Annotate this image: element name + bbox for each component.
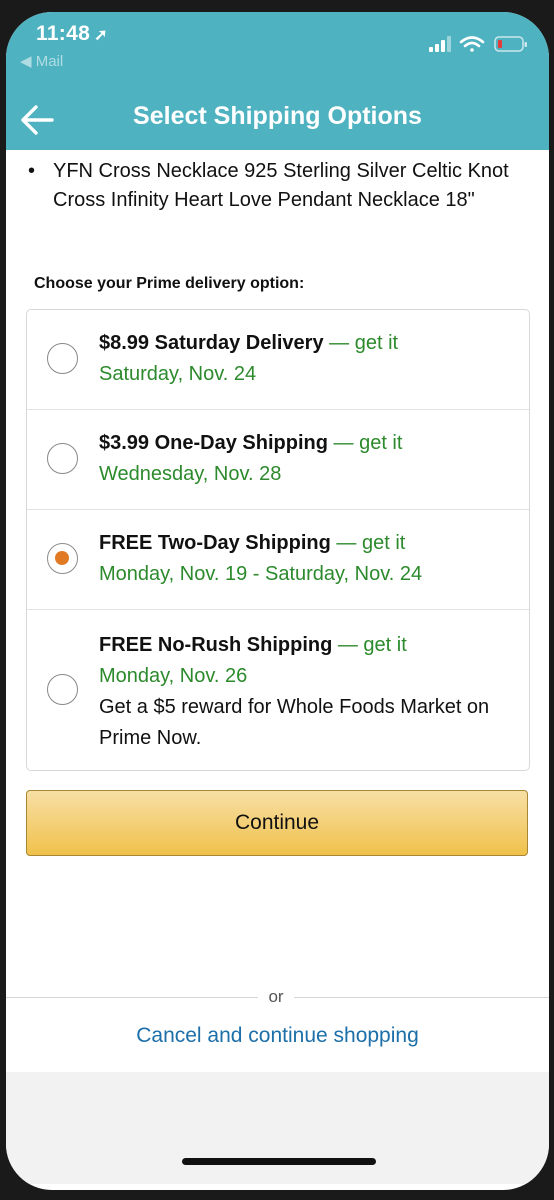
location-arrow-icon: ➚ bbox=[94, 27, 108, 44]
option-two-day-shipping[interactable]: FREE Two-Day Shipping — get it Monday, N… bbox=[27, 510, 529, 610]
option-name: $3.99 One-Day Shipping bbox=[99, 432, 328, 454]
option-date: Saturday, Nov. 24 bbox=[99, 363, 257, 385]
option-text: $8.99 Saturday Delivery — get it Saturda… bbox=[99, 328, 515, 390]
page-title: Select Shipping Options bbox=[133, 102, 422, 130]
product-item: • YFN Cross Necklace 925 Sterling Silver… bbox=[28, 157, 529, 215]
option-name: FREE No-Rush Shipping bbox=[99, 634, 333, 656]
option-name: $8.99 Saturday Delivery bbox=[99, 332, 324, 354]
option-get-it: — get it bbox=[330, 532, 406, 554]
phone-screen: 11:48 ➚ ◀ Mail Select Shipping Options •… bbox=[6, 12, 549, 1190]
option-date: Monday, Nov. 26 bbox=[99, 665, 248, 687]
option-get-it: — get it bbox=[327, 432, 403, 454]
option-one-day-shipping[interactable]: $3.99 One-Day Shipping — get it Wednesda… bbox=[27, 410, 529, 510]
status-bar: 11:48 ➚ ◀ Mail bbox=[6, 12, 549, 90]
battery-icon bbox=[494, 36, 527, 52]
option-name: FREE Two-Day Shipping bbox=[99, 532, 331, 554]
radio-button-selected[interactable] bbox=[47, 543, 78, 574]
status-time: 11:48 ➚ bbox=[36, 22, 108, 46]
nav-bar: Select Shipping Options bbox=[6, 90, 549, 150]
shipping-options-list: $8.99 Saturday Delivery — get it Saturda… bbox=[26, 309, 530, 771]
status-icons bbox=[429, 36, 527, 52]
back-to-mail-link[interactable]: ◀ Mail bbox=[20, 52, 63, 70]
cancel-continue-shopping-link[interactable]: Cancel and continue shopping bbox=[6, 1024, 549, 1048]
radio-selected-dot bbox=[55, 551, 69, 565]
option-no-rush-shipping[interactable]: FREE No-Rush Shipping — get it Monday, N… bbox=[27, 610, 529, 770]
option-saturday-delivery[interactable]: $8.99 Saturday Delivery — get it Saturda… bbox=[27, 310, 529, 410]
option-reward-note: Get a $5 reward for Whole Foods Market o… bbox=[99, 696, 490, 749]
wifi-icon bbox=[459, 36, 485, 52]
option-text: FREE No-Rush Shipping — get it Monday, N… bbox=[99, 630, 515, 754]
or-separator: or bbox=[258, 987, 294, 1009]
radio-button[interactable] bbox=[47, 343, 78, 374]
option-date: Wednesday, Nov. 28 bbox=[99, 463, 282, 485]
signal-icon bbox=[429, 36, 451, 52]
option-get-it: — get it bbox=[323, 332, 399, 354]
option-text: FREE Two-Day Shipping — get it Monday, N… bbox=[99, 528, 515, 590]
home-indicator[interactable] bbox=[182, 1158, 376, 1165]
continue-button[interactable]: Continue bbox=[26, 790, 528, 856]
radio-button[interactable] bbox=[47, 674, 78, 705]
delivery-prompt: Choose your Prime delivery option: bbox=[34, 275, 305, 292]
time-text: 11:48 bbox=[36, 22, 91, 45]
product-name: YFN Cross Necklace 925 Sterling Silver C… bbox=[53, 160, 509, 211]
option-text: $3.99 One-Day Shipping — get it Wednesda… bbox=[99, 428, 515, 490]
bullet: • bbox=[28, 160, 36, 182]
option-get-it: — get it bbox=[332, 634, 407, 656]
radio-button[interactable] bbox=[47, 443, 78, 474]
option-date: Monday, Nov. 19 - Saturday, Nov. 24 bbox=[99, 563, 423, 585]
